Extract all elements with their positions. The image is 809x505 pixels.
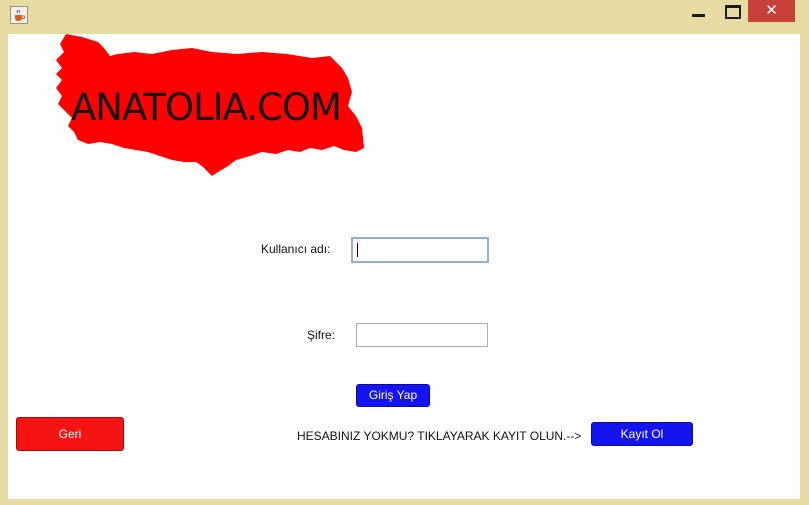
register-prompt: HESABINIZ YOKMU? TIKLAYARAK KAYIT OLUN.-… — [297, 429, 582, 443]
password-input[interactable] — [356, 323, 488, 347]
application-window: ✕ ANATOLIA.COM Kullanıcı adı: Şifre: Gir… — [0, 0, 809, 505]
content-panel: ANATOLIA.COM Kullanıcı adı: Şifre: Giriş… — [8, 34, 800, 499]
text-caret — [357, 243, 358, 257]
title-bar[interactable]: ✕ — [0, 0, 809, 34]
anatolia-logo: ANATOLIA.COM — [52, 34, 367, 179]
maximize-icon[interactable] — [716, 0, 746, 22]
login-button[interactable]: Giriş Yap — [356, 384, 430, 407]
close-icon[interactable]: ✕ — [748, 0, 795, 22]
register-button[interactable]: Kayıt Ol — [591, 422, 693, 446]
minimize-icon[interactable] — [683, 0, 713, 22]
java-cup-icon[interactable] — [10, 6, 28, 24]
back-button[interactable]: Geri — [16, 417, 124, 451]
password-label: Şifre: — [307, 328, 336, 342]
logo-text: ANATOLIA.COM — [71, 86, 342, 129]
username-input[interactable] — [351, 237, 489, 263]
username-label: Kullanıcı adı: — [261, 242, 331, 256]
